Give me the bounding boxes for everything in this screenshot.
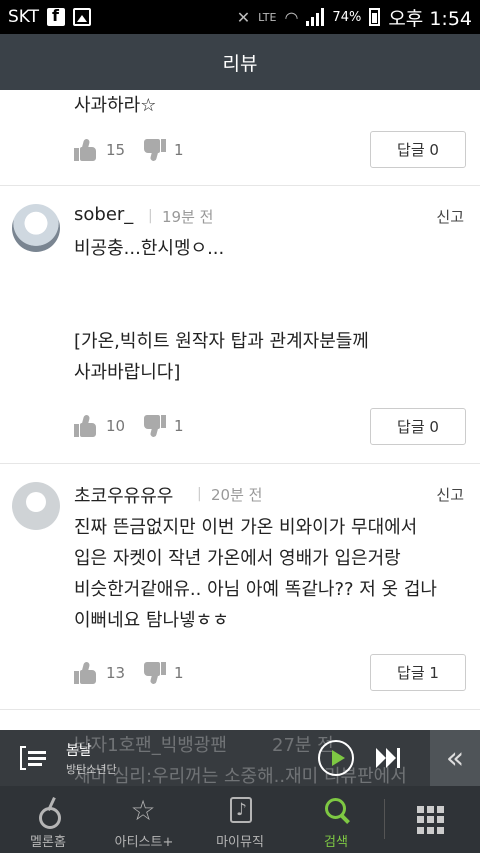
nav-more-menu[interactable] <box>385 786 480 853</box>
page-title: 리뷰 <box>222 52 258 75</box>
title-bar: 리뷰 <box>0 34 480 90</box>
review-actions: 10 1 <box>74 408 210 444</box>
avatar[interactable] <box>12 204 60 252</box>
battery-icon <box>369 8 381 26</box>
battery-percent: 74% <box>332 9 362 25</box>
melon-home-icon <box>36 797 62 829</box>
dislike-count: 1 <box>174 417 184 435</box>
star-icon: ☆ <box>130 794 156 827</box>
review-list[interactable]: 사과하라☆ 15 1 답글 0 sober_ | 19분 전 신고 비공충...… <box>0 90 480 730</box>
bottom-nav: 멜론홈 ☆ 아티스트+ 마이뮤직 검색 <box>0 786 480 853</box>
like-icon[interactable] <box>74 414 98 437</box>
review-author[interactable]: 초코우유유우 <box>74 482 173 508</box>
review-text: 재미 심리:우리꺼는 소중해..재미 리뷰판에서 <box>74 766 407 787</box>
my-music-icon <box>230 797 252 823</box>
divider: | <box>197 486 202 502</box>
nav-melon-home[interactable]: 멜론홈 <box>0 786 96 853</box>
avatar[interactable] <box>12 482 60 530</box>
nav-label: 멜론홈 <box>30 835 66 850</box>
dislike-icon[interactable] <box>142 662 166 685</box>
mute-icon: ✕ <box>236 7 251 27</box>
dislike-icon[interactable] <box>142 415 166 438</box>
wifi-icon: ◠ <box>284 7 299 27</box>
dislike-icon[interactable] <box>142 139 166 162</box>
playlist-icon[interactable] <box>20 746 48 770</box>
review-text: 사과하라☆ <box>74 95 157 116</box>
play-button[interactable] <box>318 740 354 776</box>
review-actions: 13 1 <box>74 655 210 691</box>
report-link[interactable]: 신고 <box>436 206 464 227</box>
clock: 오후 1:54 <box>388 7 472 30</box>
review-time: 20분 전 <box>211 486 263 504</box>
review-item: 사과하라☆ 15 1 답글 0 <box>0 90 480 186</box>
facebook-notification-icon <box>47 6 66 26</box>
like-icon[interactable] <box>74 661 98 684</box>
reply-button[interactable]: 답글 1 <box>370 654 466 691</box>
nav-artist-plus[interactable]: ☆ 아티스트+ <box>96 786 192 853</box>
review-item: 초코우유유우 | 20분 전 신고 진짜 뜬금없지만 이번 가온 비와이가 무대… <box>0 464 480 710</box>
song-title: 봄날 <box>66 743 92 759</box>
gallery-notification-icon <box>73 8 92 26</box>
dislike-count: 1 <box>174 664 184 682</box>
review-time: 19분 전 <box>162 208 214 226</box>
nav-label: 아티스트+ <box>114 835 174 850</box>
status-bar: SKT ✕ LTE ◠ 74% 오후 1:54 <box>0 0 480 34</box>
like-count: 13 <box>106 664 126 682</box>
review-author: 남자1호팬_빅뱅광팬 <box>74 735 227 756</box>
like-count: 15 <box>106 141 126 159</box>
report-link[interactable]: 신고 <box>436 484 464 505</box>
nav-search[interactable]: 검색 <box>288 786 384 853</box>
signal-icon <box>306 8 325 26</box>
review-item: sober_ | 19분 전 신고 비공충...한시멩ㅇ... [가온,빅히트 … <box>0 186 480 464</box>
review-author[interactable]: sober_ <box>74 204 133 225</box>
carrier-label: SKT <box>8 7 40 27</box>
search-icon <box>324 797 350 825</box>
grid-menu-icon <box>417 806 445 834</box>
divider: | <box>148 208 153 224</box>
like-count: 10 <box>106 417 126 435</box>
review-actions: 15 1 <box>74 132 210 168</box>
mini-player[interactable]: 남자1호팬_빅뱅광팬 27분 전 재미 심리:우리꺼는 소중해..재미 리뷰판에… <box>0 730 480 787</box>
network-type-label: LTE <box>258 10 277 24</box>
song-artist: 방탄소년단 <box>66 763 117 776</box>
collapse-player-icon[interactable]: « <box>430 730 480 786</box>
nav-label: 검색 <box>324 835 348 850</box>
nav-label: 마이뮤직 <box>216 835 264 850</box>
dislike-count: 1 <box>174 141 184 159</box>
like-icon[interactable] <box>74 138 98 161</box>
nav-my-music[interactable]: 마이뮤직 <box>192 786 288 853</box>
reply-button[interactable]: 답글 0 <box>370 408 466 445</box>
next-track-button[interactable] <box>376 748 402 768</box>
review-text: 진짜 뜬금없지만 이번 가온 비와이가 무대에서 입은 자켓이 작년 가온에서 … <box>74 517 437 631</box>
reply-button[interactable]: 답글 0 <box>370 131 466 168</box>
review-text: 비공충...한시멩ㅇ... [가온,빅히트 원작자 탑과 관계자분들께 사과바랍… <box>74 238 369 383</box>
